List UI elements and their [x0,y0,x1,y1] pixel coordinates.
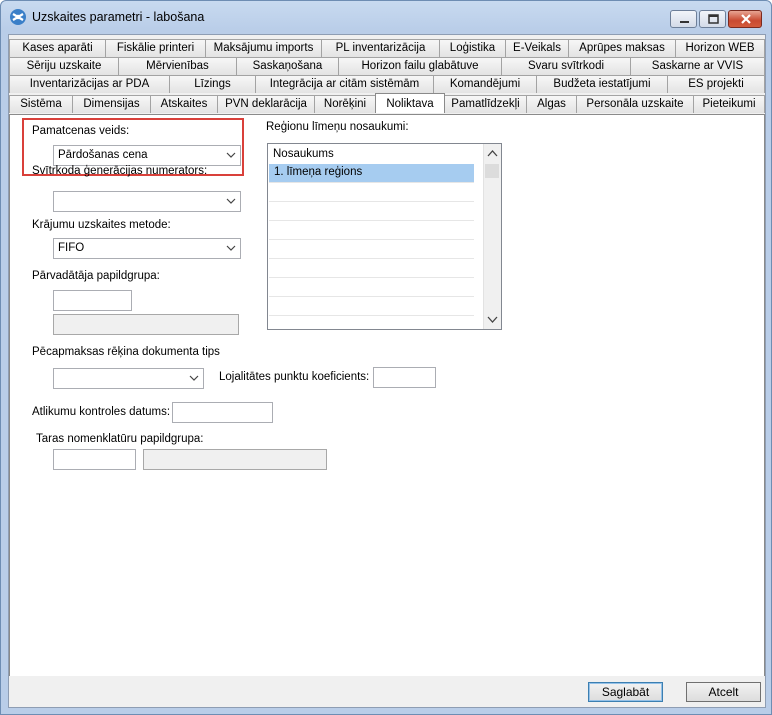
chevron-down-icon[interactable] [487,315,498,324]
tab-komandejumi[interactable]: Komandējumi [433,75,537,93]
chevron-down-icon [226,245,236,251]
maximize-icon [708,14,719,24]
tab-personala-uzskaite[interactable]: Personāla uzskaite [576,95,694,113]
tab-noliktava[interactable]: Noliktava [375,93,445,113]
tab-es-projekti[interactable]: ES projekti [667,75,765,93]
barcode-generator-label: Svītrkoda ģenerācijas numerators: [32,165,208,177]
button-bar: Saglabāt Atcelt [9,676,765,707]
discount-date-field[interactable] [172,402,273,423]
inventory-method-label: Krājumu uzskaites metode: [32,219,171,231]
tab-pamatlidzekli[interactable]: Pamatlīdzekļi [444,95,527,113]
vertical-scrollbar[interactable] [483,144,501,329]
base-price-type-select[interactable]: Pārdošanas cena [53,145,241,166]
tab-noreķini[interactable]: Norēķini [314,95,376,113]
list-item[interactable]: 1. līmeņa reģions [269,164,474,183]
tab-aprupes-maksas[interactable]: Aprūpes maksas [568,39,676,57]
tare-subgroup-code-field[interactable] [53,449,136,470]
tab-row-3: Inventarizācijas ar PDA Līzings Integrāc… [9,75,765,94]
tab-maksajumu-imports[interactable]: Maksājumu imports [205,39,322,57]
noliktava-panel: Pamatcenas veids: Pārdošanas cena Svītrk… [9,114,765,678]
list-item-empty [269,297,474,316]
tab-saskanosana[interactable]: Saskaņošana [236,57,339,75]
barcode-generator-select[interactable] [53,191,241,212]
tab-inventarizacijas-ar-pda[interactable]: Inventarizācijas ar PDA [9,75,170,93]
tab-row-4: Sistēma Dimensijas Atskaites PVN deklarā… [9,93,765,114]
tab-pieteikumi[interactable]: Pieteikumi [693,95,765,113]
postpay-doc-type-label: Pēcapmaksas rēķina dokumenta tips [32,346,220,358]
tare-subgroup-label: Taras nomenklatūru papildgrupa: [36,433,204,445]
tab-saskarne-ar-vvis[interactable]: Saskarne ar VVIS [630,57,765,75]
app-icon [10,9,26,25]
minimize-button[interactable] [670,10,697,28]
list-item-empty [269,202,474,221]
close-button[interactable] [728,10,762,28]
scroll-thumb[interactable] [485,164,499,178]
tab-e-veikals[interactable]: E-Veikals [505,39,569,57]
tab-row-2: Sēriju uzskaite Mērvienības Saskaņošana … [9,57,765,76]
regions-column-header: Nosaukums [273,148,334,160]
seller-subgroup-code-field[interactable] [53,290,132,311]
save-button[interactable]: Saglabāt [588,682,663,702]
tab-pvn-deklaracija[interactable]: PVN deklarācija [217,95,315,113]
regions-label: Reģionu līmeņu nosaukumi: [266,121,409,133]
tab-mervienibas[interactable]: Mērvienības [118,57,237,75]
minimize-icon [680,21,689,23]
tab-svaru-svitrkodi[interactable]: Svaru svītrkodi [501,57,631,75]
tab-atskaites[interactable]: Atskaites [150,95,218,113]
tab-budzeta-iestatijumi[interactable]: Budžeta iestatījumi [536,75,668,93]
list-item-empty [269,259,474,278]
discount-date-label: Atlikumu kontroles datums: [32,406,171,418]
chevron-down-icon [189,375,199,381]
list-item-empty [269,221,474,240]
window: Uzskaites parametri - labošana Kases apa… [0,0,772,715]
base-price-type-value: Pārdošanas cena [58,149,148,161]
tab-algas[interactable]: Algas [526,95,577,113]
regions-list[interactable]: Nosaukums 1. līmeņa reģions [267,143,502,330]
tab-lizings[interactable]: Līzings [169,75,256,93]
maximize-button[interactable] [699,10,726,28]
tab-fiskalie-printeri[interactable]: Fiskālie printeri [105,39,206,57]
tab-pl-inventarizacija[interactable]: PL inventarizācija [321,39,440,57]
tab-seriju-uzskaite[interactable]: Sēriju uzskaite [9,57,119,75]
loyalty-coef-field[interactable] [373,367,436,388]
region-name: 1. līmeņa reģions [274,166,363,178]
inventory-method-value: FIFO [58,242,85,254]
list-item-empty [269,278,474,297]
tab-sistema[interactable]: Sistēma [9,95,73,113]
loyalty-coef-label: Lojalitātes punktu koeficients: [219,371,370,383]
tab-logistika[interactable]: Loģistika [439,39,506,57]
seller-subgroup-label: Pārvadātāja papildgrupa: [32,270,160,282]
postpay-doc-type-select[interactable] [53,368,204,389]
close-icon [741,14,751,24]
inventory-method-select[interactable]: FIFO [53,238,241,259]
dialog-client: Kases aparāti Fiskālie printeri Maksājum… [8,34,766,708]
tab-horizon-web[interactable]: Horizon WEB [675,39,765,57]
seller-subgroup-name-field [53,314,239,335]
title-bar: Uzskaites parametri - labošana [1,1,771,33]
tab-kases-aparati[interactable]: Kases aparāti [9,39,106,57]
list-item-empty [269,240,474,259]
list-item-empty [269,183,474,202]
tab-dimensijas[interactable]: Dimensijas [72,95,151,113]
base-price-type-label: Pamatcenas veids: [32,125,130,137]
tab-row-1: Kases aparāti Fiskālie printeri Maksājum… [9,39,765,58]
chevron-down-icon [226,152,236,158]
window-title: Uzskaites parametri - labošana [32,10,205,24]
tare-subgroup-name-field [143,449,327,470]
tab-integracija[interactable]: Integrācija ar citām sistēmām [255,75,434,93]
chevron-up-icon[interactable] [487,149,498,158]
chevron-down-icon [226,198,236,204]
tab-horizon-failu-glabatuve[interactable]: Horizon failu glabātuve [338,57,502,75]
cancel-button[interactable]: Atcelt [686,682,761,702]
